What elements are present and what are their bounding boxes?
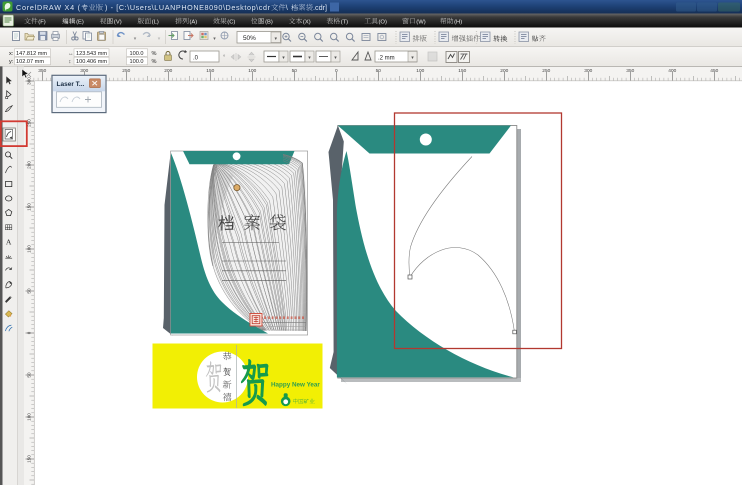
svg-text:0: 0: [27, 331, 32, 334]
svg-text:y:: y:: [9, 59, 14, 65]
svg-text:50: 50: [27, 288, 32, 294]
svg-text:350: 350: [626, 68, 634, 74]
svg-text:100.0: 100.0: [130, 51, 144, 57]
svg-text:.2 mm: .2 mm: [378, 56, 395, 62]
svg-text:300: 300: [80, 68, 88, 74]
svg-text:450: 450: [710, 68, 718, 74]
svg-text:200: 200: [164, 68, 172, 74]
svg-text:(E): (E): [76, 20, 84, 26]
svg-text:x:: x:: [9, 51, 14, 57]
svg-text:300: 300: [584, 68, 592, 74]
svg-text:150: 150: [458, 68, 466, 74]
svg-text:100: 100: [248, 68, 256, 74]
svg-text:100.406 mm: 100.406 mm: [76, 59, 107, 65]
svg-text:50: 50: [27, 372, 32, 378]
svg-text:(X): (X): [303, 20, 311, 26]
svg-text:100: 100: [416, 68, 424, 74]
svg-text:300: 300: [27, 77, 32, 85]
svg-text:100.0: 100.0: [130, 59, 144, 65]
svg-text:50%: 50%: [243, 35, 256, 42]
svg-text:.0: .0: [193, 56, 199, 62]
svg-text:150: 150: [206, 68, 214, 74]
svg-text:150: 150: [27, 203, 32, 211]
svg-text:147.812 mm: 147.812 mm: [16, 51, 47, 57]
svg-text:100: 100: [27, 413, 32, 421]
svg-text:) - [C:\Users\LUANPHONE8090\De: ) - [C:\Users\LUANPHONE8090\Desktop\cdr: [105, 3, 271, 12]
svg-text:↕: ↕: [69, 59, 72, 65]
svg-text:%: %: [152, 59, 157, 65]
svg-text:250: 250: [122, 68, 130, 74]
svg-text:250: 250: [542, 68, 550, 74]
svg-text:CorelDRAW X4 (: CorelDRAW X4 (: [16, 3, 81, 12]
svg-text:%: %: [152, 51, 157, 57]
svg-text:(B): (B): [265, 20, 273, 26]
svg-text:(F): (F): [38, 20, 45, 26]
svg-text:(C): (C): [227, 20, 235, 26]
svg-text:↔: ↔: [68, 51, 74, 57]
svg-text:150: 150: [27, 455, 32, 463]
svg-text:200: 200: [500, 68, 508, 74]
svg-text:123.543 mm: 123.543 mm: [76, 51, 107, 57]
svg-text:Happy New Year: Happy New Year: [271, 382, 320, 389]
svg-text:Laser T...: Laser T...: [57, 81, 85, 88]
svg-text:(V): (V): [114, 20, 122, 26]
svg-text:102.07 mm: 102.07 mm: [16, 59, 44, 65]
svg-text:350: 350: [38, 68, 46, 74]
svg-text:.cdr]: .cdr]: [313, 3, 327, 12]
svg-text:(W): (W): [416, 20, 425, 26]
svg-text:400: 400: [668, 68, 676, 74]
svg-text:A: A: [6, 238, 12, 247]
svg-text:100: 100: [27, 245, 32, 253]
svg-text:50: 50: [292, 68, 298, 74]
svg-text:\: \: [286, 3, 288, 12]
svg-text:(O): (O): [379, 20, 387, 26]
svg-text:200: 200: [27, 161, 32, 169]
svg-text:(L): (L): [152, 20, 159, 26]
svg-text:0: 0: [335, 68, 338, 74]
svg-text:50: 50: [376, 68, 382, 74]
svg-text:(T): (T): [341, 20, 348, 26]
svg-text:(H): (H): [454, 20, 462, 26]
svg-text:(A): (A): [190, 20, 198, 26]
